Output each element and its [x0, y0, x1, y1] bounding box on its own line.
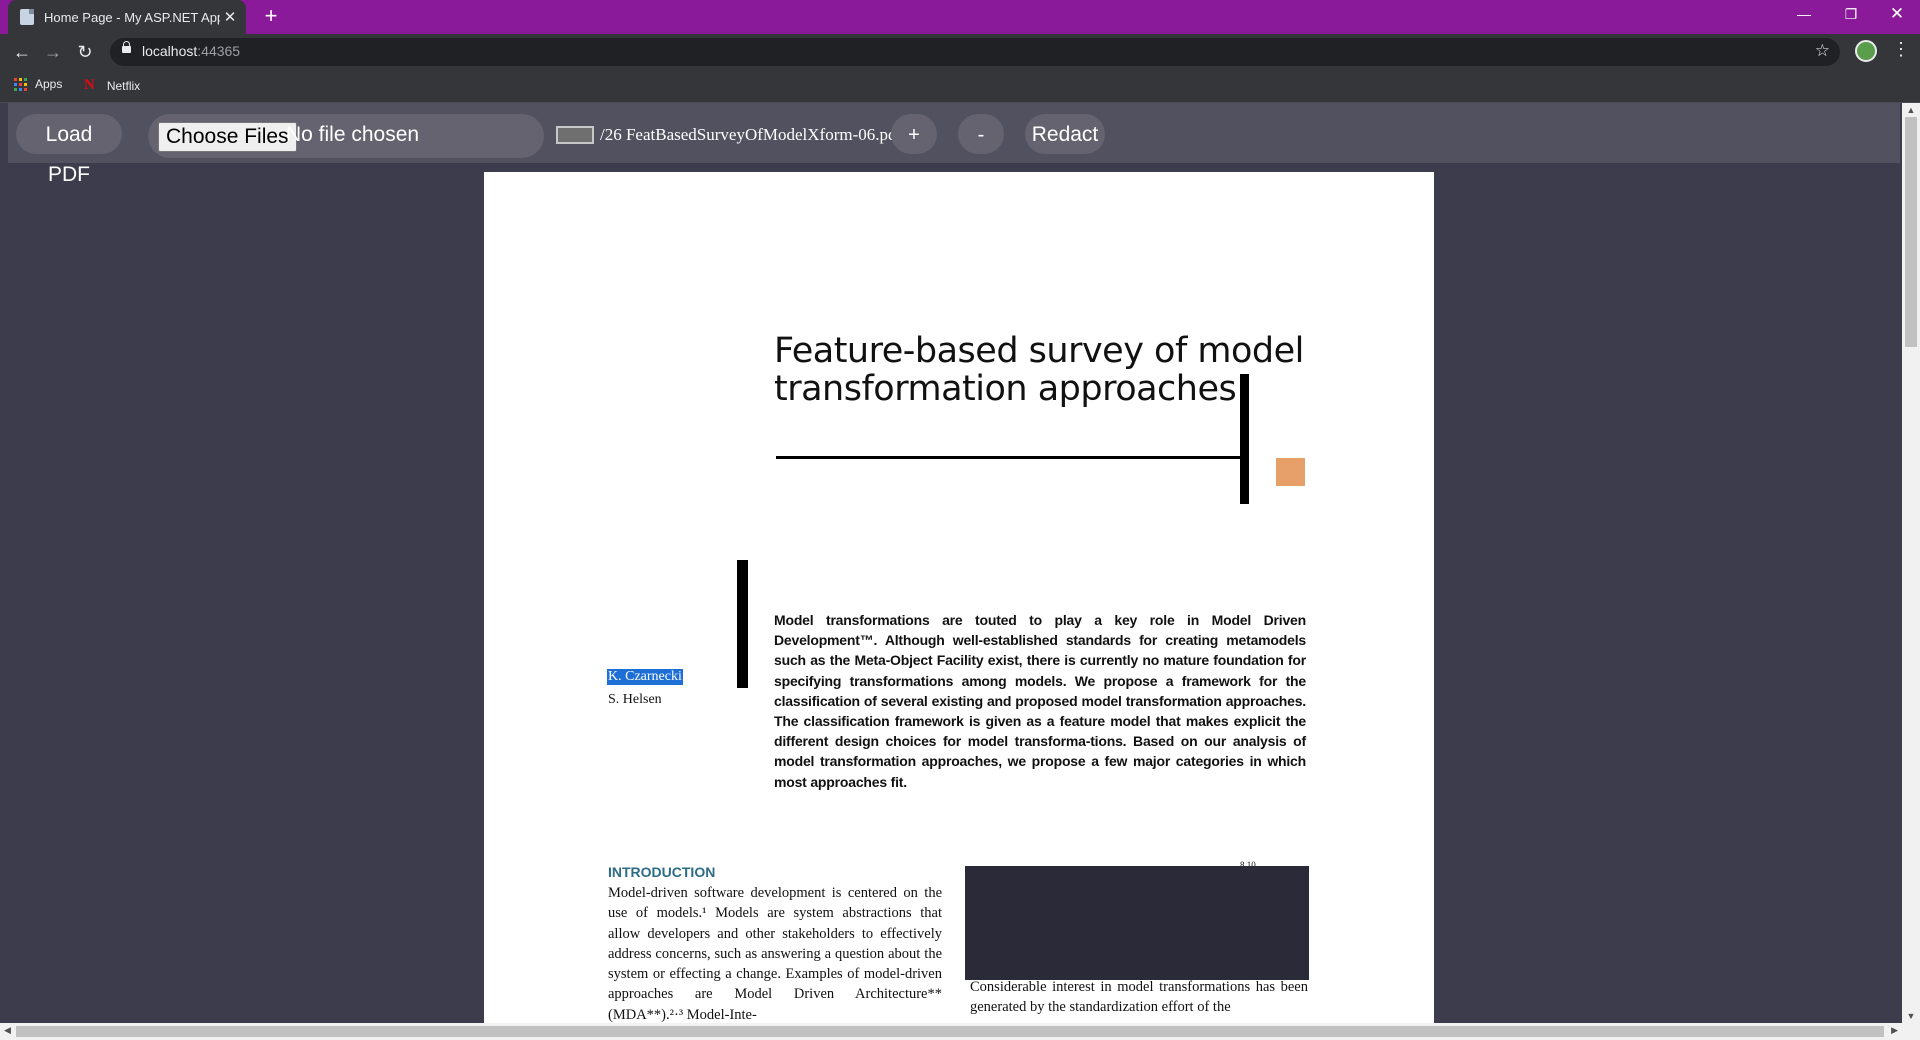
vertical-scrollbar[interactable]: ▲ ▼	[1902, 103, 1920, 1023]
reload-icon[interactable]: ↻	[73, 40, 97, 64]
page-number-input[interactable]	[556, 126, 594, 144]
scroll-up-icon[interactable]: ▲	[1902, 105, 1920, 115]
close-tab-icon[interactable]: ✕	[220, 8, 240, 26]
back-arrow-icon[interactable]: ←	[10, 40, 34, 64]
redact-button[interactable]: Redact	[1025, 114, 1105, 154]
bookmark-label: Apps	[35, 77, 63, 91]
tab-strip: Home Page - My ASP.NET Applic ✕ + — ❐ ✕	[0, 0, 1920, 34]
author-name-selected[interactable]: K. Czarnecki	[607, 669, 683, 685]
bookmark-apps[interactable]: Apps	[14, 77, 62, 91]
bookmark-netflix[interactable]: N Netflix	[84, 77, 140, 94]
bookmark-label: Netflix	[106, 78, 141, 93]
file-status: No file chosen	[286, 123, 420, 146]
author-name[interactable]: S. Helsen	[608, 692, 662, 708]
horizontal-scrollbar[interactable]: ◀ ▶	[0, 1023, 1920, 1040]
apps-grid-icon	[14, 77, 27, 91]
pdf-page[interactable]: Feature-based survey of model transforma…	[484, 172, 1434, 1023]
address-bar[interactable]: localhost:44365 ☆	[110, 38, 1840, 66]
bookmarks-bar: Apps N Netflix	[0, 70, 1920, 103]
scroll-down-icon[interactable]: ▼	[1902, 1011, 1920, 1021]
page-count-label: /26 FeatBasedSurveyOfModelXform-06.pdf	[600, 125, 903, 144]
url-text[interactable]: localhost:44365	[142, 43, 240, 59]
forward-arrow-icon[interactable]: →	[41, 40, 65, 64]
choose-files-button[interactable]: Choose Files	[158, 122, 297, 152]
browser-toolbar: ← → ↻ localhost:44365 ☆ ⋮	[0, 34, 1920, 70]
pdf-toolbar: Load PDF Choose Files No file chosen /26…	[8, 103, 1900, 186]
load-pdf-button[interactable]: Load PDF	[16, 114, 122, 186]
netflix-icon: N	[84, 77, 95, 93]
redaction-box[interactable]	[965, 866, 1309, 980]
page-icon	[20, 9, 34, 25]
browser-tab[interactable]: Home Page - My ASP.NET Applic ✕	[8, 0, 246, 34]
tab-title: Home Page - My ASP.NET Applic	[44, 9, 220, 25]
minimize-icon[interactable]: —	[1781, 0, 1827, 28]
title-vertical-bar	[1240, 374, 1249, 504]
column2-paragraph[interactable]: Considerable interest in model transform…	[970, 977, 1308, 1018]
intro-paragraph[interactable]: Model-driven software development is cen…	[608, 883, 942, 1023]
accent-square	[1276, 458, 1305, 486]
restore-icon[interactable]: ❐	[1828, 0, 1874, 28]
zoom-in-button[interactable]: +	[891, 114, 937, 154]
close-window-icon[interactable]: ✕	[1874, 0, 1920, 28]
title-rule	[776, 456, 1246, 459]
scroll-right-icon[interactable]: ▶	[1891, 1025, 1898, 1036]
abstract-vertical-bar	[737, 560, 748, 688]
file-input[interactable]: Choose Files No file chosen	[148, 114, 544, 158]
document-title: Feature-based survey of model transforma…	[774, 331, 1304, 409]
new-tab-button[interactable]: +	[258, 3, 284, 29]
scroll-left-icon[interactable]: ◀	[4, 1025, 11, 1036]
menu-kebab-icon[interactable]: ⋮	[1892, 39, 1910, 60]
vertical-scroll-thumb[interactable]	[1905, 117, 1917, 347]
lock-icon	[122, 41, 131, 53]
profile-avatar[interactable]	[1855, 40, 1877, 62]
zoom-out-button[interactable]: -	[958, 114, 1004, 154]
abstract-text[interactable]: Model transformations are touted to play…	[774, 610, 1306, 792]
bookmark-star-icon[interactable]: ☆	[1815, 41, 1830, 61]
section-heading: INTRODUCTION	[608, 864, 716, 880]
horizontal-scroll-thumb[interactable]	[16, 1026, 1884, 1037]
